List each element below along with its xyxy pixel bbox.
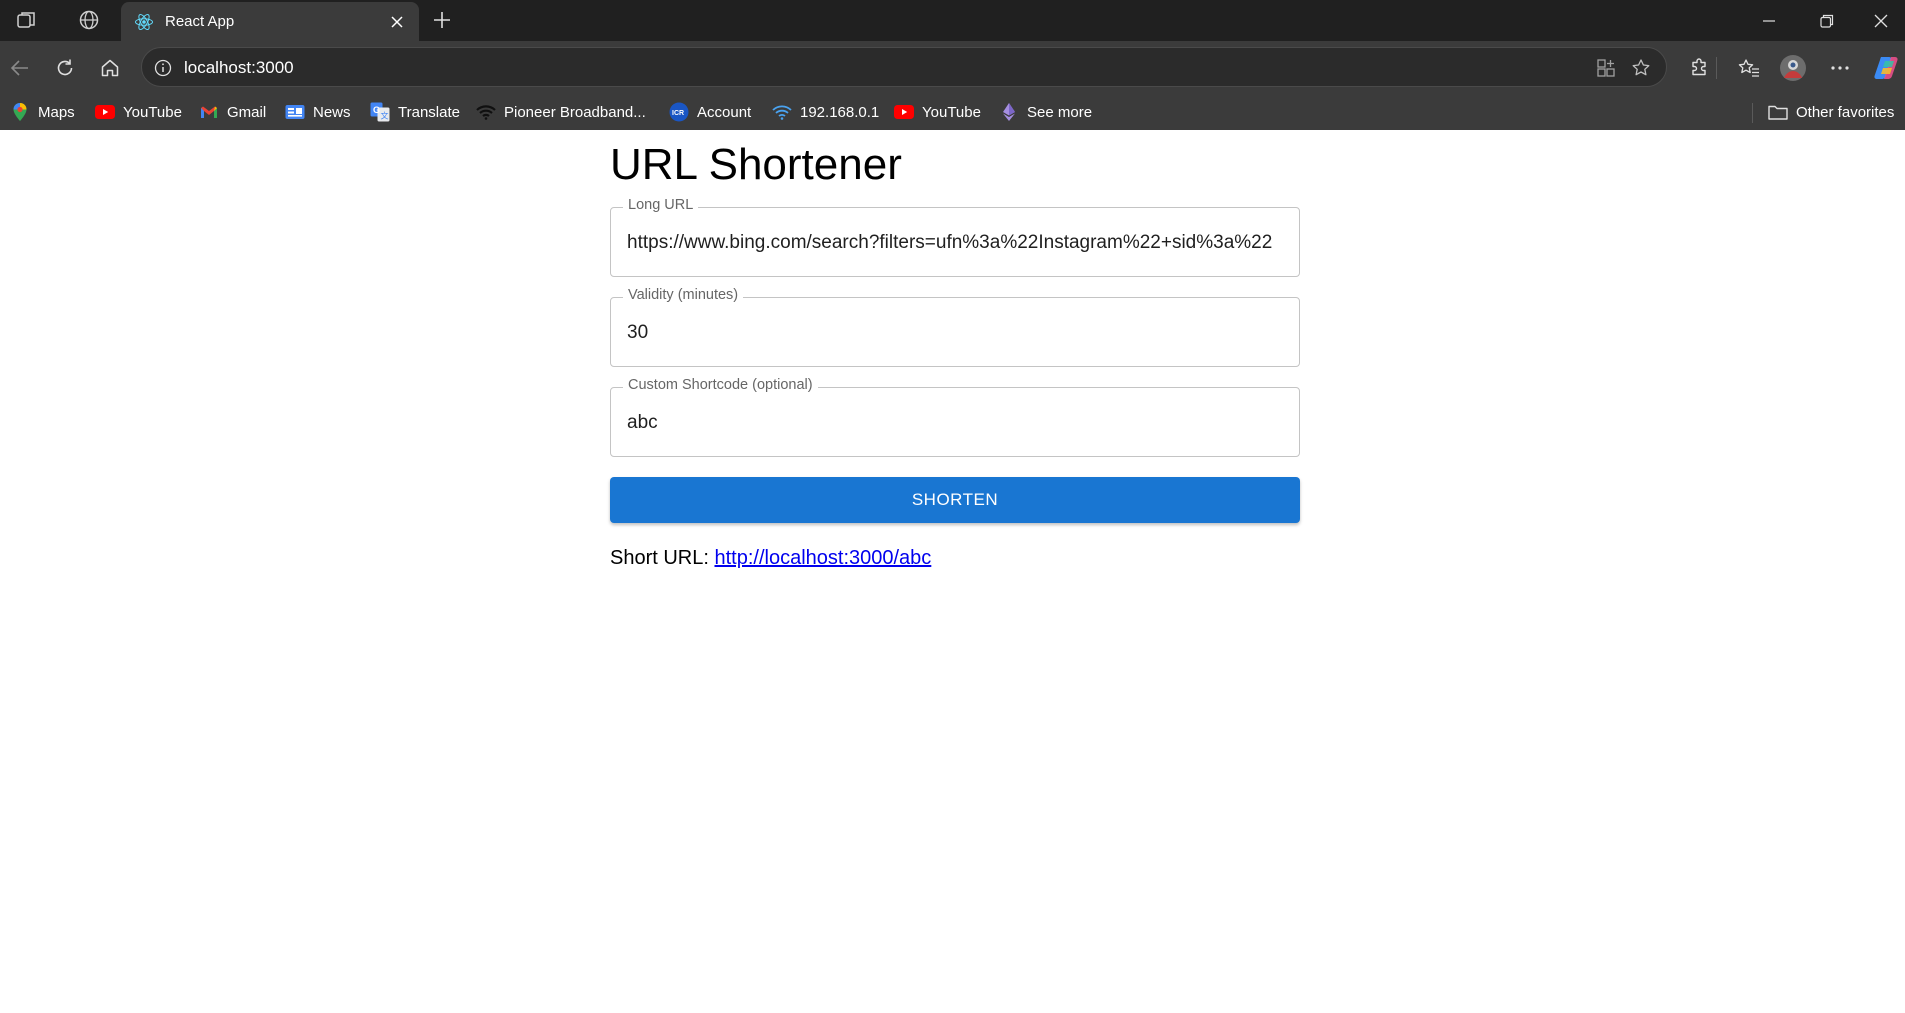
restore-icon[interactable] <box>1798 0 1856 41</box>
favorite-pioneer-broadband[interactable]: Pioneer Broadband... <box>476 99 646 125</box>
svg-text:G: G <box>373 105 380 115</box>
favorite-label: Account <box>697 103 752 121</box>
favorites-icon[interactable] <box>1733 52 1765 84</box>
long-url-label: Long URL <box>623 197 699 213</box>
ethereum-icon <box>999 102 1019 122</box>
custom-shortcode-input[interactable] <box>627 404 1283 442</box>
wifi-signal-icon <box>476 102 496 122</box>
favorite-label: YouTube <box>123 103 182 121</box>
address-text: localhost:3000 <box>184 58 294 77</box>
copilot-icon[interactable] <box>1870 52 1902 84</box>
custom-shortcode-field[interactable]: Custom Shortcode (optional) <box>610 377 1300 457</box>
shorten-button[interactable]: SHORTEN <box>610 477 1300 523</box>
validity-label: Validity (minutes) <box>623 287 744 303</box>
avatar[interactable] <box>1777 52 1809 84</box>
favorite-label: YouTube <box>922 103 981 121</box>
favorite-label: Pioneer Broadband... <box>504 103 646 121</box>
close-tab-icon[interactable] <box>385 10 409 34</box>
youtube-icon <box>894 102 914 122</box>
extensions-icon[interactable] <box>1683 52 1715 84</box>
gmail-icon <box>199 102 219 122</box>
short-url-prefix: Short URL: <box>610 547 715 569</box>
favorite-translate[interactable]: G文 Translate <box>370 99 460 125</box>
google-translate-icon: G文 <box>370 102 390 122</box>
other-favorites[interactable]: Other favorites <box>1768 99 1894 125</box>
google-news-icon <box>285 102 305 122</box>
other-favorites-label: Other favorites <box>1796 103 1895 121</box>
custom-shortcode-label: Custom Shortcode (optional) <box>623 377 818 393</box>
home-icon[interactable] <box>94 52 126 84</box>
favorite-label: Maps <box>38 103 75 121</box>
tab-react-app[interactable]: React App <box>121 2 419 41</box>
favorite-news[interactable]: News <box>285 99 351 125</box>
favorites-bar: Maps YouTube Gmail News G文 Translate Pio… <box>0 93 1905 130</box>
favorite-gmail[interactable]: Gmail <box>199 99 266 125</box>
maps-pin-icon <box>10 102 30 122</box>
long-url-field[interactable]: Long URL <box>610 197 1300 277</box>
app-available-icon[interactable] <box>1592 54 1620 82</box>
validity-input[interactable] <box>627 314 1283 352</box>
svg-text:文: 文 <box>381 111 389 121</box>
favorite-label: See more <box>1027 103 1093 121</box>
favorite-label: 192.168.0.1 <box>800 103 880 121</box>
favorite-label: Translate <box>398 103 460 121</box>
favorites-divider <box>1752 103 1753 123</box>
favorite-label: News <box>313 103 351 121</box>
favorite-youtube-2[interactable]: YouTube <box>894 99 981 125</box>
tab-title: React App <box>165 13 235 30</box>
icr-logo-icon: ICR <box>669 102 689 122</box>
long-url-input[interactable] <box>627 224 1283 262</box>
toolbar-divider <box>1716 57 1717 79</box>
favorite-see-more[interactable]: See more <box>999 99 1092 125</box>
validity-field[interactable]: Validity (minutes) <box>610 287 1300 367</box>
more-options-icon[interactable] <box>1824 52 1856 84</box>
browser-toolbar: localhost:3000 <box>0 41 1905 93</box>
wifi-icon <box>772 102 792 122</box>
back-arrow-icon[interactable] <box>4 52 36 84</box>
new-tab-icon[interactable] <box>428 7 456 33</box>
favorite-youtube[interactable]: YouTube <box>95 99 182 125</box>
minimize-icon[interactable] <box>1740 0 1798 41</box>
favorite-label: Gmail <box>227 103 267 121</box>
folder-icon <box>1768 102 1788 122</box>
refresh-icon[interactable] <box>49 52 81 84</box>
favorite-router[interactable]: 192.168.0.1 <box>772 99 879 125</box>
page-title: URL Shortener <box>610 140 902 189</box>
youtube-icon <box>95 102 115 122</box>
globe-icon[interactable] <box>74 7 104 33</box>
svg-text:ICR: ICR <box>672 110 684 117</box>
react-logo-icon <box>133 11 155 33</box>
page-content: URL Shortener Long URL Validity (minutes… <box>0 130 1905 1013</box>
short-url-result: Short URL: http://localhost:3000/abc <box>610 547 931 570</box>
short-url-link[interactable]: http://localhost:3000/abc <box>714 547 931 569</box>
browser-title-bar: React App <box>0 0 1905 41</box>
workspaces-icon[interactable] <box>12 7 42 33</box>
favorite-account[interactable]: ICR Account <box>669 99 751 125</box>
site-info-icon[interactable] <box>150 55 176 81</box>
add-favorite-star-icon[interactable] <box>1627 54 1655 82</box>
favorite-maps[interactable]: Maps <box>10 99 75 125</box>
close-window-icon[interactable] <box>1856 0 1905 41</box>
address-bar[interactable]: localhost:3000 <box>141 47 1667 87</box>
